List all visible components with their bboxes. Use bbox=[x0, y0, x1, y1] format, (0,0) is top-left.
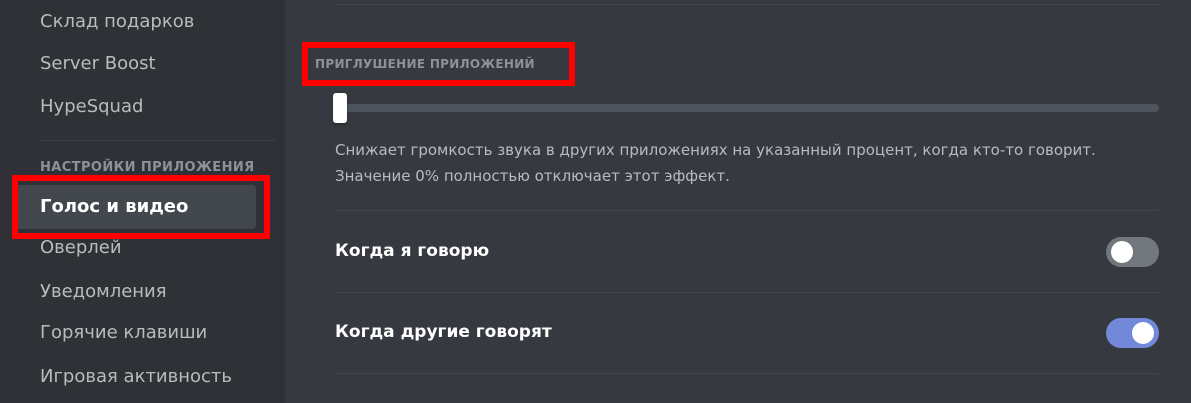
toggle-label-when-i-speak: Когда я говорю bbox=[335, 241, 490, 261]
sidebar-item-overlay[interactable]: Оверлей bbox=[12, 226, 256, 270]
toggle-when-i-speak[interactable] bbox=[1106, 237, 1159, 267]
sidebar-item-voice-video[interactable]: Голос и видео bbox=[12, 185, 256, 229]
settings-window: Склад подарков Server Boost HypeSquad НА… bbox=[0, 0, 1191, 403]
sidebar-divider bbox=[40, 140, 276, 141]
section-divider bbox=[335, 210, 1159, 211]
sidebar-item-gift-inventory[interactable]: Склад подарков bbox=[12, 0, 256, 44]
settings-sidebar: Склад подарков Server Boost HypeSquad НА… bbox=[0, 0, 285, 403]
attenuation-slider-handle[interactable] bbox=[333, 93, 347, 123]
section-divider bbox=[335, 373, 1159, 374]
sidebar-section-header-app-settings: НАСТРОЙКИ ПРИЛОЖЕНИЯ bbox=[40, 160, 255, 175]
attenuation-description: Снижает громкость звука в других приложе… bbox=[335, 141, 1096, 185]
sidebar-item-notifications[interactable]: Уведомления bbox=[12, 270, 256, 314]
settings-content: ПРИГЛУШЕНИЕ ПРИЛОЖЕНИЙ Снижает громкость… bbox=[285, 0, 1191, 403]
sidebar-item-server-boost[interactable]: Server Boost bbox=[12, 42, 256, 86]
toggle-knob bbox=[1132, 322, 1154, 344]
sidebar-item-hypesquad[interactable]: HypeSquad bbox=[12, 85, 256, 129]
section-divider bbox=[335, 292, 1159, 293]
toggle-when-others-speak[interactable] bbox=[1106, 318, 1159, 348]
toggle-label-when-others-speak: Когда другие говорят bbox=[335, 322, 552, 342]
section-divider-top bbox=[335, 4, 1159, 5]
sidebar-item-game-activity[interactable]: Игровая активность bbox=[12, 355, 256, 399]
attenuation-title: ПРИГЛУШЕНИЕ ПРИЛОЖЕНИЙ bbox=[315, 57, 535, 71]
attenuation-slider-track[interactable] bbox=[335, 104, 1159, 112]
toggle-knob bbox=[1111, 241, 1133, 263]
sidebar-item-keybinds[interactable]: Горячие клавиши bbox=[12, 311, 256, 355]
